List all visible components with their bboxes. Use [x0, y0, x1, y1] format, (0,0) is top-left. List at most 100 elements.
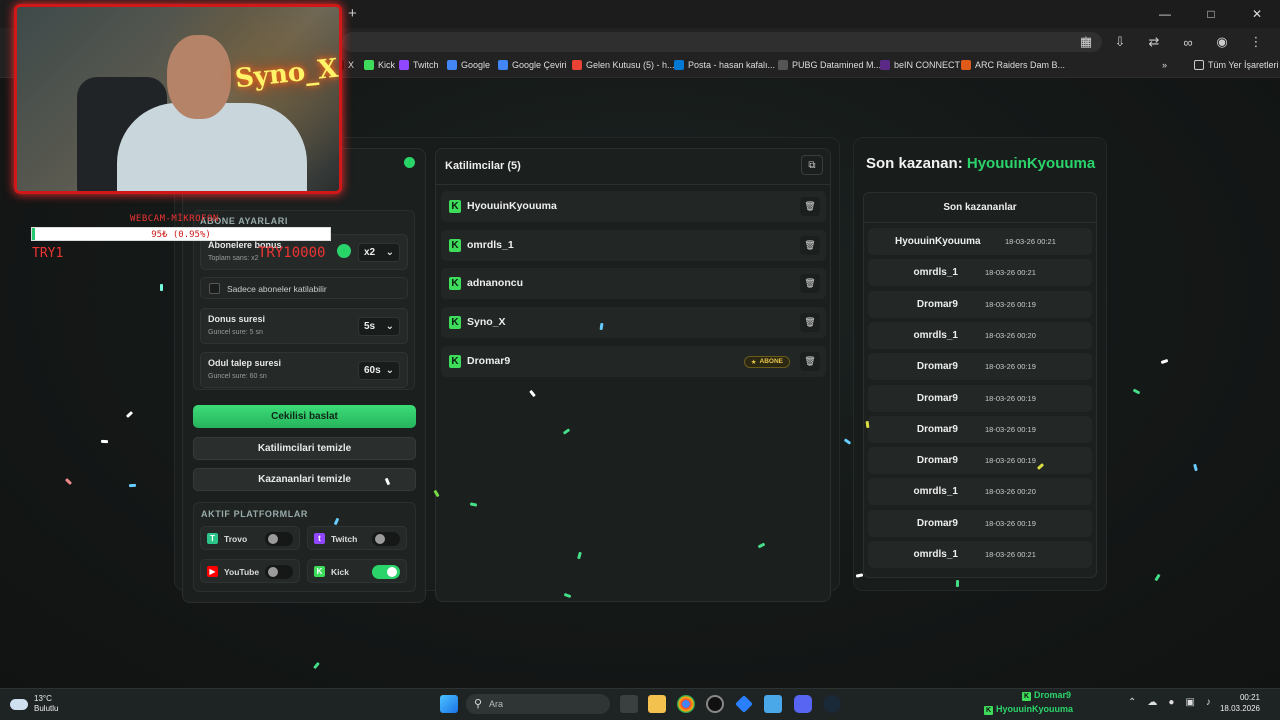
bookmark-item[interactable]: Google Çeviri [498, 60, 567, 70]
bookmark-item[interactable]: Twitch [399, 60, 439, 70]
all-bookmarks-link[interactable]: Tüm Yer İşaretleri [1194, 60, 1279, 70]
chrome-icon[interactable] [677, 695, 695, 713]
info-icon[interactable]: i [404, 157, 415, 168]
network-icon[interactable]: ☁ [1147, 697, 1157, 708]
winner-name: Dromar9 [916, 392, 958, 404]
more-bookmarks-button[interactable]: » [1162, 60, 1167, 70]
minimize-icon[interactable]: — [1142, 0, 1188, 28]
clear-winners-button[interactable]: Kazananlari temizle [193, 468, 416, 491]
menu-icon[interactable]: ⋮ [1246, 32, 1266, 52]
winner-row: Dromar9 18-03-26 00:19 [868, 353, 1092, 381]
link-icon[interactable]: ∞ [1178, 32, 1198, 52]
confetti-piece [955, 579, 960, 588]
start-giveaway-button[interactable]: Cekilisi baslat [193, 405, 416, 428]
bookmark-item[interactable]: ARC Raiders Dam B... [961, 60, 1065, 70]
winner-date: 18-03-26 00:19 [985, 518, 1036, 528]
winner-row: omrdls_1 18-03-26 00:21 [868, 259, 1092, 287]
bookmark-item[interactable]: Gelen Kutusu (5) - h... [572, 60, 675, 70]
microphone-icon[interactable]: ● [1168, 697, 1174, 708]
winner-row: HyouuinKyouuma 18-03-26 00:21 [868, 228, 1092, 255]
download-icon[interactable]: ⇩ [1110, 32, 1130, 52]
chevron-up-icon[interactable]: ⌃ [1128, 697, 1136, 708]
all-bookmarks-label: Tüm Yer İşaretleri [1208, 60, 1279, 70]
streamer-head [167, 35, 231, 119]
confetti-piece [160, 284, 163, 291]
bookmark-item[interactable]: beIN CONNECT [880, 60, 960, 70]
steam-icon[interactable] [823, 695, 841, 713]
delete-participant-button[interactable]: 🗑 [800, 274, 820, 294]
subscribers-only-row[interactable]: Sadece aboneler katilabilir [200, 277, 408, 299]
winner-name: omrdls_1 [913, 549, 958, 560]
bonus-info-icon[interactable]: i [337, 244, 351, 258]
bookmark-icon [961, 60, 971, 70]
omnibox[interactable] [342, 32, 1102, 52]
platform-label: Twitch [331, 534, 358, 544]
bookmark-label: Google [461, 60, 491, 70]
winner-date: 18-03-26 00:19 [985, 362, 1036, 372]
winner-date: 18-03-26 00:21 [985, 268, 1036, 278]
winner-date: 18-03-26 00:20 [985, 330, 1036, 340]
trovo-toggle[interactable] [265, 532, 293, 546]
divider [436, 184, 830, 185]
file-explorer-icon[interactable] [648, 695, 666, 713]
new-tab-button[interactable]: + [348, 5, 357, 22]
bookmark-item[interactable]: Posta - hasan kafalı... [674, 60, 775, 70]
youtube-icon: ▶ [207, 566, 218, 577]
weather-widget[interactable]: 13°C Bulutlu [10, 694, 58, 714]
winner-date: 18-03-26 00:19 [985, 424, 1036, 434]
discord-icon[interactable] [794, 695, 812, 713]
delete-participant-button[interactable]: 🗑 [800, 197, 820, 216]
winners-list-title: Son kazananlar [943, 202, 1017, 213]
twitch-toggle[interactable] [372, 532, 400, 546]
extensions-icon[interactable]: ▦ [1076, 32, 1096, 52]
toggle-knob [375, 534, 385, 544]
translate-icon[interactable]: ⇄ [1144, 32, 1164, 52]
clear-participants-button[interactable]: Katilimcilari temizle [193, 437, 416, 460]
kick-toggle[interactable] [372, 565, 400, 579]
youtube-toggle[interactable] [265, 565, 293, 579]
start-icon[interactable] [440, 695, 458, 713]
profile-avatar[interactable]: ◉ [1212, 32, 1232, 52]
copy-icon[interactable]: ⧉ [801, 155, 823, 175]
confetti-piece [128, 483, 137, 488]
participant-row: Komrdls_1 🗑 [441, 229, 826, 261]
toggle-knob [268, 567, 278, 577]
stream-chat-notification: K Dromar9 K HyouuinKyouuma [984, 688, 1073, 716]
delete-participant-button[interactable]: 🗑 [800, 235, 820, 255]
bookmark-label: X [348, 60, 355, 70]
bookmark-item[interactable]: Kick [364, 60, 395, 70]
platform-twitch: t Twitch [307, 526, 407, 550]
volume-icon[interactable]: ♪ [1206, 697, 1211, 708]
display-icon[interactable]: ▣ [1185, 697, 1194, 708]
task-view-icon[interactable] [620, 695, 638, 713]
trash-icon: 🗑 [804, 239, 816, 250]
bonus-select[interactable]: x2 ⌄ [358, 243, 400, 262]
delete-participant-button[interactable]: 🗑 [800, 351, 820, 371]
claim-time-select[interactable]: 60s ⌄ [358, 361, 400, 380]
maximize-icon[interactable]: □ [1188, 0, 1234, 28]
app-icon-2[interactable] [764, 695, 782, 713]
bookmark-icon [880, 60, 890, 70]
obs-icon[interactable] [706, 695, 724, 713]
kick-icon: K [449, 200, 461, 213]
winner-row: Dromar9 18-03-26 00:19 [868, 509, 1092, 537]
platform-kick: K Kick [307, 559, 407, 583]
stream-user: Dromar9 [1034, 690, 1072, 700]
bookmark-item[interactable]: PUBG Datamined M... [778, 60, 881, 70]
delete-participant-button[interactable]: 🗑 [800, 313, 820, 333]
system-clock[interactable]: 00:21 18.03.2026 [1220, 692, 1260, 714]
goal-min-label: TRY1 [32, 246, 64, 261]
bookmark-icon [364, 60, 374, 70]
taskbar-search[interactable]: ⚲ Ara [466, 694, 610, 714]
window-controls: — □ ✕ [1142, 0, 1280, 28]
close-icon[interactable]: ✕ [1234, 0, 1280, 28]
participant-name: Dromar9 [467, 354, 511, 367]
subscribers-only-checkbox[interactable] [209, 283, 220, 294]
bookmark-label: beIN CONNECT [894, 60, 961, 70]
bonus-time-select[interactable]: 5s ⌄ [358, 317, 400, 336]
bookmark-item[interactable]: Google [447, 60, 490, 70]
last-winner-prefix: Son kazanan: [866, 155, 963, 172]
winner-row: omrdls_1 18-03-26 00:20 [868, 321, 1092, 349]
winner-name: Dromar9 [916, 361, 958, 373]
participant-row: K Dromar9 ★ ABONE 🗑 [441, 345, 826, 377]
